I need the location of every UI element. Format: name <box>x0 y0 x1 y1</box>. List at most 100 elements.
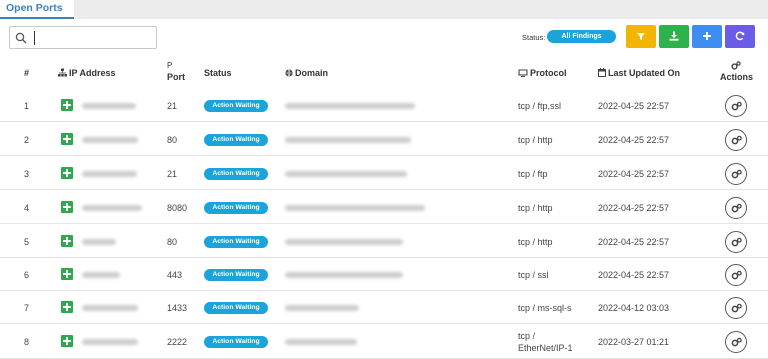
ip-address-redacted <box>82 137 138 143</box>
protocol-value: tcp / EtherNet/IP-1 <box>518 330 573 354</box>
last-updated-value: 2022-04-25 22:57 <box>598 237 670 247</box>
domain-redacted <box>285 239 403 245</box>
expand-icon[interactable] <box>61 201 73 213</box>
gears-icon <box>731 237 742 247</box>
download-icon <box>669 31 679 41</box>
domain-redacted <box>285 272 403 278</box>
protocol-value: tcp / http <box>518 135 553 145</box>
refresh-icon <box>735 31 745 41</box>
tab-open-ports[interactable]: Open Ports <box>0 0 74 19</box>
last-updated-value: 2022-04-25 22:57 <box>598 101 670 111</box>
gears-icon <box>731 337 742 347</box>
ip-address-redacted <box>82 103 136 109</box>
protocol-line-1: tcp / <box>518 331 536 341</box>
domain-redacted <box>285 171 407 177</box>
row-actions-button[interactable] <box>725 297 747 319</box>
protocol-value: tcp / ftp,ssl <box>518 101 562 111</box>
table-row: 3 21 Action Waiting tcp / ftp 2022-04-25 22:… <box>0 157 768 190</box>
row-actions-button[interactable] <box>725 197 747 219</box>
ip-address-redacted <box>82 305 138 311</box>
refresh-button[interactable] <box>725 25 755 48</box>
ip-address-redacted <box>82 239 116 245</box>
expand-icon[interactable] <box>61 167 73 179</box>
header-protocol[interactable]: Protocol <box>518 68 567 78</box>
row-number: 2 <box>24 135 30 145</box>
table-row: 4 8080 Action Waiting tcp / http 2022-04-25 … <box>0 191 768 224</box>
filter-icon <box>637 33 645 40</box>
last-updated-value: 2022-04-25 22:57 <box>598 169 670 179</box>
last-updated-value: 2022-04-25 22:57 <box>598 135 670 145</box>
status-badge: Action Waiting <box>204 202 268 214</box>
ip-address-redacted <box>82 339 138 345</box>
gears-icon <box>731 135 742 145</box>
port-value: 80 <box>167 135 178 145</box>
expand-icon[interactable] <box>61 235 73 247</box>
gears-icon <box>731 270 742 280</box>
status-badge: Action Waiting <box>204 236 268 248</box>
expand-icon[interactable] <box>61 301 73 313</box>
header-updated-label: Last Updated On <box>608 68 681 78</box>
calendar-icon <box>598 68 606 77</box>
table-row: 5 80 Action Waiting tcp / http 2022-04-25 22… <box>0 225 768 258</box>
header-actions-icon <box>731 61 743 71</box>
add-button[interactable] <box>692 25 722 48</box>
header-domain[interactable]: Domain <box>285 68 328 78</box>
header-domain-label: Domain <box>295 68 329 78</box>
gears-icon <box>731 61 741 70</box>
status-filter-dropdown[interactable]: All Findings <box>547 30 616 43</box>
globe-icon <box>285 69 293 77</box>
header-ip-label: IP Address <box>69 68 116 78</box>
row-actions-button[interactable] <box>725 163 747 185</box>
expand-icon[interactable] <box>61 335 73 347</box>
network-icon <box>58 68 67 77</box>
header-port[interactable]: Port <box>167 72 185 82</box>
status-filter-label: Status: <box>522 33 546 42</box>
port-value: 21 <box>167 169 178 179</box>
table-row: 6 443 Action Waiting tcp / ssl 2022-04-25 22… <box>0 258 768 291</box>
plus-icon <box>703 32 711 40</box>
header-last-updated[interactable]: Last Updated On <box>598 68 680 78</box>
expand-icon[interactable] <box>61 268 73 280</box>
protocol-value: tcp / ssl <box>518 270 549 280</box>
gears-icon <box>731 203 742 213</box>
row-actions-button[interactable] <box>725 231 747 253</box>
last-updated-value: 2022-04-12 03:03 <box>598 303 670 313</box>
last-updated-value: 2022-03-27 01:21 <box>598 337 670 347</box>
domain-redacted <box>285 305 359 311</box>
port-value: 2222 <box>167 337 188 347</box>
header-protocol-label: Protocol <box>530 68 567 78</box>
table-row: 2 80 Action Waiting tcp / http 2022-04-25 22… <box>0 123 768 156</box>
status-badge: Action Waiting <box>204 302 268 314</box>
row-actions-button[interactable] <box>725 95 747 117</box>
gears-icon <box>731 303 742 313</box>
table-row: 7 1433 Action Waiting tcp / ms-sql-s 2022-04… <box>0 291 768 324</box>
expand-icon[interactable] <box>61 133 73 145</box>
domain-redacted <box>285 339 357 345</box>
gears-icon <box>731 101 742 111</box>
row-actions-button[interactable] <box>725 264 747 286</box>
port-value: 8080 <box>167 203 188 213</box>
port-value: 21 <box>167 101 178 111</box>
search-input[interactable] <box>9 26 157 49</box>
row-number: 7 <box>24 303 30 313</box>
header-ip-address[interactable]: IP Address <box>58 68 116 78</box>
protocol-value: tcp / http <box>518 237 553 247</box>
protocol-value: tcp / ms-sql-s <box>518 303 572 313</box>
expand-icon[interactable] <box>61 99 73 111</box>
port-value: 1433 <box>167 303 188 313</box>
row-actions-button[interactable] <box>725 331 747 353</box>
filter-button[interactable] <box>626 25 656 48</box>
download-button[interactable] <box>659 25 689 48</box>
row-actions-button[interactable] <box>725 129 747 151</box>
status-badge: Action Waiting <box>204 336 268 348</box>
row-number: 1 <box>24 101 30 111</box>
row-number: 5 <box>24 237 30 247</box>
status-badge: Action Waiting <box>204 100 268 112</box>
text-cursor <box>34 31 35 45</box>
table-row: 8 2222 Action Waiting tcp / EtherNet/IP-1 202… <box>0 324 768 359</box>
ip-address-redacted <box>82 171 137 177</box>
protocol-value: tcp / http <box>518 203 553 213</box>
header-status[interactable]: Status <box>204 68 232 78</box>
row-number: 8 <box>24 337 30 347</box>
status-badge: Action Waiting <box>204 269 268 281</box>
